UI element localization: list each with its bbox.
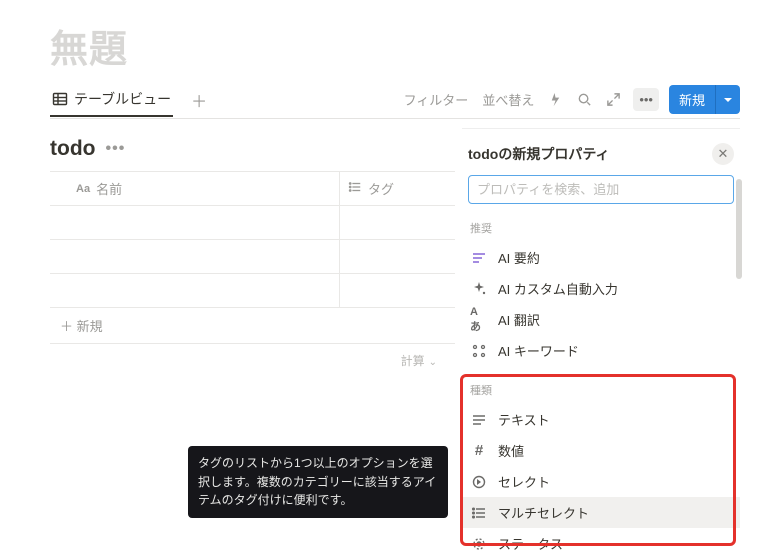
multiselect-icon	[470, 504, 488, 522]
property-search[interactable]	[468, 175, 734, 204]
section-label-recommend: 推奨	[462, 216, 740, 240]
table-row[interactable]	[50, 206, 455, 240]
automation-icon[interactable]	[546, 88, 565, 111]
column-label: 名前	[96, 179, 122, 198]
option-label: テキスト	[498, 410, 550, 429]
section-label-type: 種類	[462, 378, 740, 402]
tab-label: テーブルビュー	[74, 89, 171, 109]
search-icon[interactable]	[575, 88, 594, 111]
title-property-icon: Aa	[76, 183, 90, 195]
property-option-ai-custom[interactable]: AI カスタム自動入力	[462, 273, 740, 304]
column-label: タグ	[368, 179, 394, 198]
select-icon	[470, 473, 488, 491]
expand-icon[interactable]	[604, 88, 623, 111]
more-options-button[interactable]: •••	[633, 88, 659, 111]
view-tab-bar: テーブルビュー ＋ フィルター 並べ替え ••• 新規	[50, 81, 740, 119]
property-option-ai-translate[interactable]: Aあ AI 翻訳	[462, 304, 740, 335]
tooltip: タグのリストから1つ以上のオプションを選択します。複数のカテゴリーに該当するアイ…	[188, 446, 448, 518]
sparkle-icon	[470, 280, 488, 298]
table-row[interactable]	[50, 274, 455, 308]
option-label: 数値	[498, 441, 524, 460]
filter-button[interactable]: フィルター	[402, 86, 471, 113]
option-label: AI 要約	[498, 248, 540, 267]
column-header-tag[interactable]: タグ	[340, 172, 455, 205]
option-label: セレクト	[498, 472, 550, 491]
property-panel: todoの新規プロパティ ✕ 推奨 AI 要約 AI カスタム自動入力 Aあ	[462, 128, 740, 553]
property-option-ai-keyword[interactable]: AI キーワード	[462, 335, 740, 366]
table-header-row: Aa 名前 タグ	[50, 172, 455, 206]
table: Aa 名前 タグ ＋ 新規	[50, 171, 455, 344]
option-label: マルチセレクト	[498, 503, 589, 522]
chevron-down-icon: ⌄	[429, 357, 437, 368]
keyword-icon	[470, 342, 488, 360]
table-icon	[52, 91, 68, 107]
new-button-dropdown[interactable]	[715, 85, 740, 114]
multiselect-icon	[348, 180, 362, 197]
search-input[interactable]	[468, 175, 734, 204]
property-type-status[interactable]: ステータス	[462, 528, 740, 559]
database-title[interactable]: todo	[50, 137, 95, 161]
option-label: ステータス	[498, 534, 563, 553]
panel-title: todoの新規プロパティ	[468, 144, 609, 164]
option-label: AI 翻訳	[498, 310, 540, 329]
page-title[interactable]: 無題	[50, 18, 740, 73]
database-menu-button[interactable]: •••	[105, 140, 125, 158]
new-button[interactable]: 新規	[669, 85, 740, 114]
add-view-button[interactable]: ＋	[185, 86, 213, 114]
add-row-button[interactable]: ＋ 新規	[50, 308, 455, 344]
tab-table-view[interactable]: テーブルビュー	[50, 83, 173, 117]
property-type-text[interactable]: テキスト	[462, 404, 740, 435]
property-option-ai-summary[interactable]: AI 要約	[462, 242, 740, 273]
property-type-multiselect[interactable]: マルチセレクト	[462, 497, 740, 528]
status-icon	[470, 535, 488, 553]
text-icon	[470, 411, 488, 429]
property-type-select[interactable]: セレクト	[462, 466, 740, 497]
property-type-number[interactable]: # 数値	[462, 435, 740, 466]
option-label: AI カスタム自動入力	[498, 279, 618, 298]
translate-icon: Aあ	[470, 311, 488, 329]
new-button-label: 新規	[669, 85, 715, 114]
close-icon[interactable]: ✕	[712, 143, 734, 165]
scrollbar[interactable]	[736, 179, 742, 279]
ai-summary-icon	[470, 249, 488, 267]
sort-button[interactable]: 並べ替え	[480, 86, 536, 113]
column-header-name[interactable]: Aa 名前	[50, 172, 340, 205]
option-label: AI キーワード	[498, 341, 579, 360]
number-icon: #	[470, 442, 488, 460]
table-row[interactable]	[50, 240, 455, 274]
calculate-button[interactable]: 計算⌄	[50, 344, 455, 369]
